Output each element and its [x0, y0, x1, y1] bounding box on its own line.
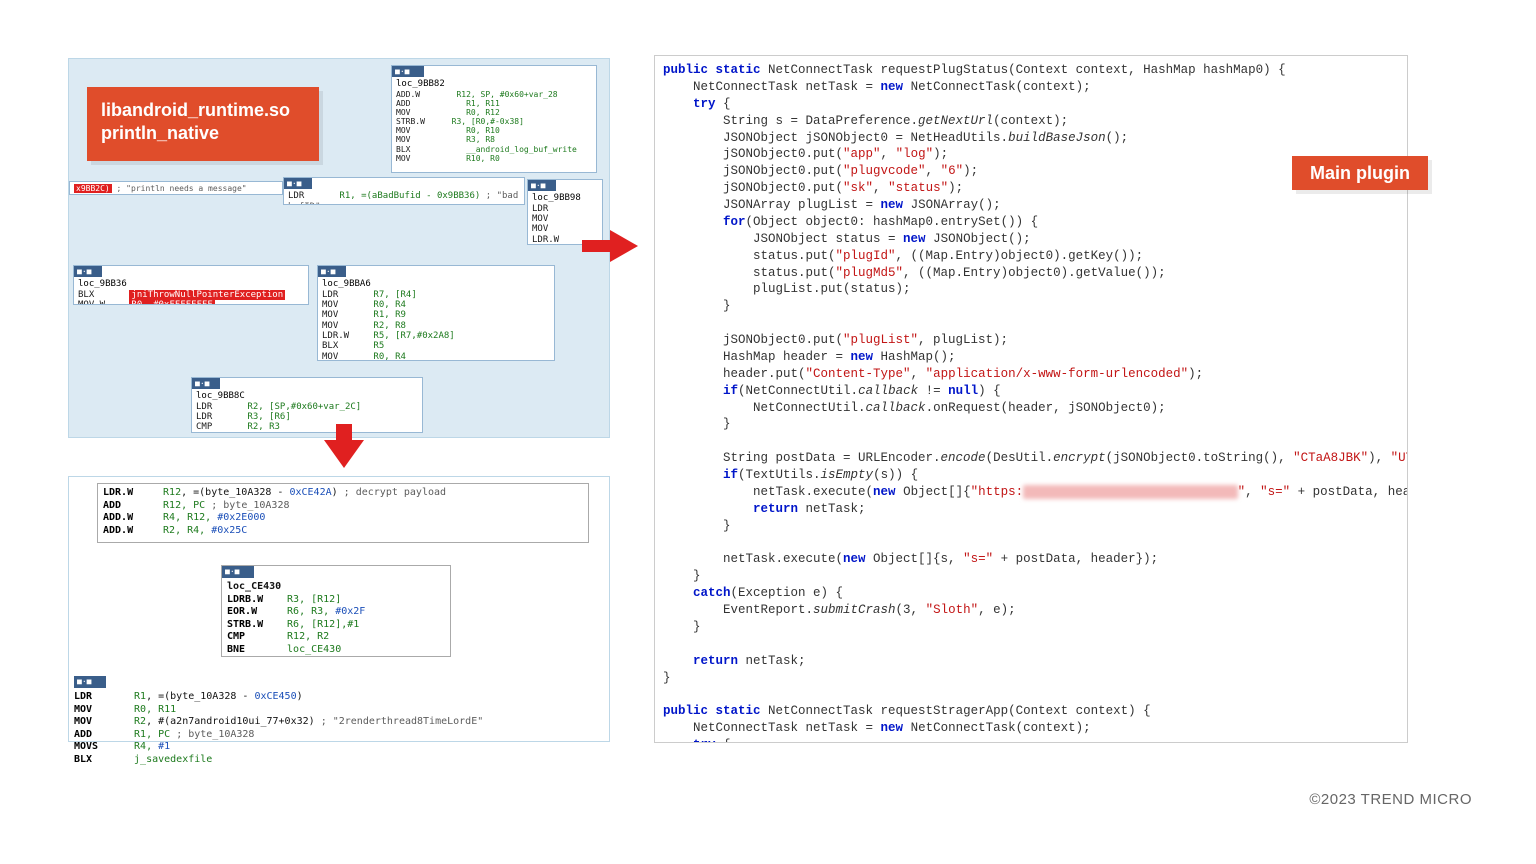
ida-bottom-box1: LDR.W R12, =(byte_10A328 - 0xCE42A) ; de…: [97, 483, 589, 543]
copyright-text: ©2023 TREND MICRO: [1309, 791, 1472, 808]
left-panel: libandroid_runtime.so println_native ■·■…: [68, 58, 610, 742]
arrow-down-icon: [324, 440, 364, 468]
redacted-url-1: xxxxxxxxxxxxxxxxxxx: [1023, 485, 1238, 499]
badge-lib-l1: libandroid_runtime.so: [101, 99, 305, 122]
ida-box-d: ■·■ loc_9BB98 LDRMOVMOVLDR.WMOVBLX: [527, 179, 603, 245]
ida-box-c: ■·■ LDR R1, =(aBadBufid - 0x9BB36) ; "ba…: [283, 177, 525, 205]
ida-bottom-graph: LDR.W R12, =(byte_10A328 - 0xCE42A) ; de…: [68, 476, 610, 742]
ida-bottom-box2: ■·■ loc_CE430 LDRB.W R3, [R12] EOR.W R6,…: [221, 565, 451, 657]
ida-bottom-box3: ■·■ LDR R1, =(byte_10A328 - 0xCE450) MOV…: [69, 673, 607, 741]
ida-box-e: ■·■ loc_9BB36 BLX jniThrowNullPointerExc…: [73, 265, 309, 305]
ida-box-b: x9BB2C) ; "println needs a message": [69, 181, 283, 195]
ida-box-a-code: ADD.W R12, SP, #0x60+var_28 ADD R1, R11 …: [396, 90, 592, 164]
badge-lib-l2: println_native: [101, 122, 305, 145]
ida-box-g: ■·■ loc_9BB8C LDR R2, [SP,#0x60+var_2C] …: [191, 377, 423, 433]
ida-top-graph: libandroid_runtime.so println_native ■·■…: [68, 58, 610, 438]
ida-box-f: ■·■ loc_9BBA6 LDR R7, [R4] MOV R0, R4 MO…: [317, 265, 555, 361]
arrow-right-icon: [610, 230, 638, 262]
badge-lib: libandroid_runtime.so println_native: [87, 87, 319, 161]
ida-box-a: ■·■ loc_9BB82 ADD.W R12, SP, #0x60+var_2…: [391, 65, 597, 173]
badge-main-plugin: Main plugin: [1292, 156, 1428, 190]
